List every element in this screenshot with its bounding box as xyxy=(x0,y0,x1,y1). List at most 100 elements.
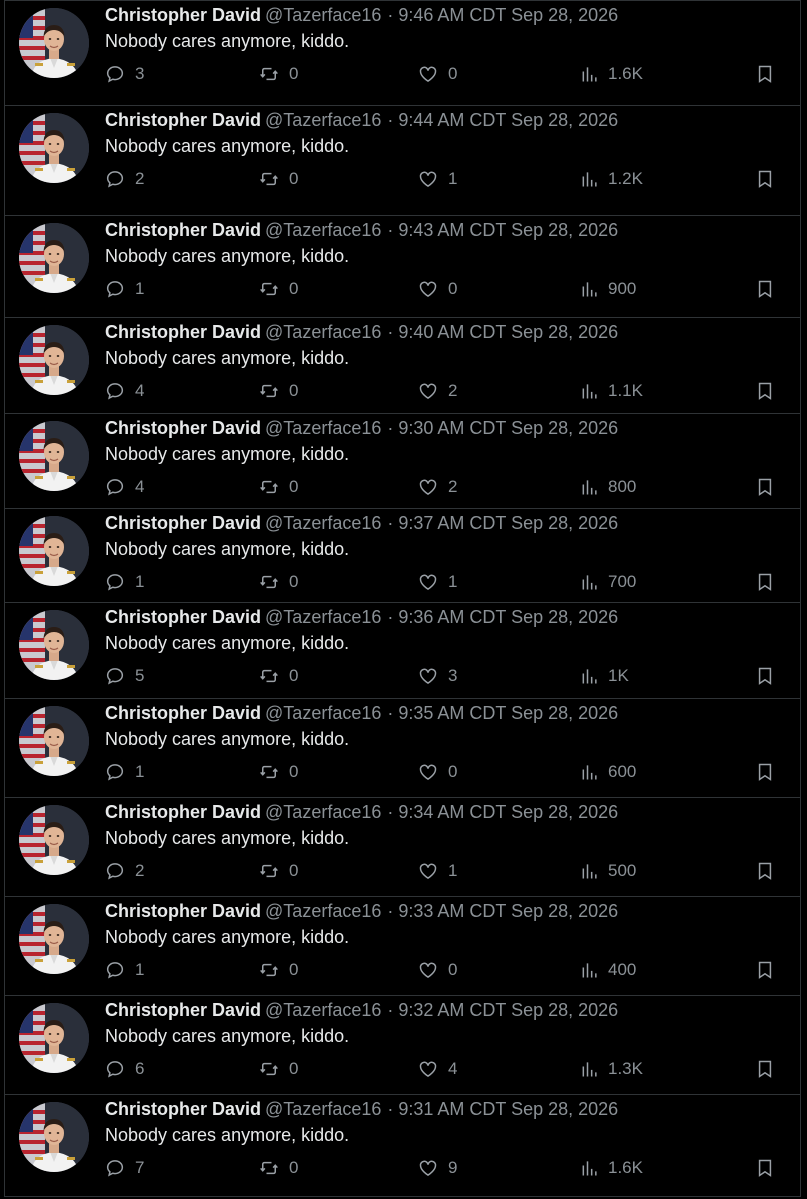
like-button[interactable]: 1 xyxy=(418,571,457,593)
retweet-button[interactable]: 0 xyxy=(259,380,298,402)
author-name[interactable]: Christopher David xyxy=(105,110,261,130)
author-name[interactable]: Christopher David xyxy=(105,322,261,342)
like-button[interactable]: 0 xyxy=(418,959,457,981)
author-name[interactable]: Christopher David xyxy=(105,418,261,438)
bookmark-button[interactable] xyxy=(755,63,775,85)
avatar[interactable] xyxy=(19,904,89,974)
reply-button[interactable]: 1 xyxy=(105,959,144,981)
reply-button[interactable]: 2 xyxy=(105,168,144,190)
author-handle[interactable]: @Tazerface16 xyxy=(265,802,381,822)
timestamp[interactable]: 9:34 AM CDT Sep 28, 2026 xyxy=(398,802,618,822)
retweet-button[interactable]: 0 xyxy=(259,476,298,498)
avatar[interactable] xyxy=(19,421,89,491)
reply-button[interactable]: 7 xyxy=(105,1157,144,1179)
retweet-button[interactable]: 0 xyxy=(259,665,298,687)
tweet[interactable]: Christopher David @Tazerface16 · 9:35 AM CD… xyxy=(4,699,801,798)
author-name[interactable]: Christopher David xyxy=(105,901,261,921)
like-button[interactable]: 1 xyxy=(418,860,457,882)
author-handle[interactable]: @Tazerface16 xyxy=(265,607,381,627)
avatar[interactable] xyxy=(19,325,89,395)
views-button[interactable]: 1.3K xyxy=(580,1058,643,1080)
bookmark-button[interactable] xyxy=(755,860,775,882)
author-handle[interactable]: @Tazerface16 xyxy=(265,110,381,130)
bookmark-button[interactable] xyxy=(755,665,775,687)
reply-button[interactable]: 4 xyxy=(105,476,144,498)
views-button[interactable]: 500 xyxy=(580,860,636,882)
author-handle[interactable]: @Tazerface16 xyxy=(265,901,381,921)
avatar[interactable] xyxy=(19,1003,89,1073)
timestamp[interactable]: 9:40 AM CDT Sep 28, 2026 xyxy=(398,322,618,342)
retweet-button[interactable]: 0 xyxy=(259,571,298,593)
tweet[interactable]: Christopher David @Tazerface16 · 9:30 AM CD… xyxy=(4,414,801,509)
author-handle[interactable]: @Tazerface16 xyxy=(265,5,381,25)
author-handle[interactable]: @Tazerface16 xyxy=(265,322,381,342)
timestamp[interactable]: 9:43 AM CDT Sep 28, 2026 xyxy=(398,220,618,240)
tweet[interactable]: Christopher David @Tazerface16 · 9:36 AM CD… xyxy=(4,603,801,699)
bookmark-button[interactable] xyxy=(755,761,775,783)
timestamp[interactable]: 9:35 AM CDT Sep 28, 2026 xyxy=(398,703,618,723)
avatar[interactable] xyxy=(19,610,89,680)
author-handle[interactable]: @Tazerface16 xyxy=(265,513,381,533)
tweet[interactable]: Christopher David @Tazerface16 · 9:31 AM CD… xyxy=(4,1095,801,1197)
tweet[interactable]: Christopher David @Tazerface16 · 9:40 AM CD… xyxy=(4,318,801,414)
avatar[interactable] xyxy=(19,1102,89,1172)
author-handle[interactable]: @Tazerface16 xyxy=(265,418,381,438)
timestamp[interactable]: 9:46 AM CDT Sep 28, 2026 xyxy=(398,5,618,25)
retweet-button[interactable]: 0 xyxy=(259,1157,298,1179)
tweet[interactable]: Christopher David @Tazerface16 · 9:43 AM CD… xyxy=(4,216,801,318)
avatar[interactable] xyxy=(19,516,89,586)
views-button[interactable]: 1.6K xyxy=(580,63,643,85)
author-name[interactable]: Christopher David xyxy=(105,703,261,723)
reply-button[interactable]: 1 xyxy=(105,278,144,300)
like-button[interactable]: 3 xyxy=(418,665,457,687)
like-button[interactable]: 2 xyxy=(418,476,457,498)
retweet-button[interactable]: 0 xyxy=(259,860,298,882)
avatar[interactable] xyxy=(19,8,89,78)
tweet[interactable]: Christopher David @Tazerface16 · 9:32 AM CD… xyxy=(4,996,801,1095)
bookmark-button[interactable] xyxy=(755,476,775,498)
author-handle[interactable]: @Tazerface16 xyxy=(265,220,381,240)
bookmark-button[interactable] xyxy=(755,1058,775,1080)
avatar[interactable] xyxy=(19,805,89,875)
author-name[interactable]: Christopher David xyxy=(105,1000,261,1020)
author-name[interactable]: Christopher David xyxy=(105,220,261,240)
bookmark-button[interactable] xyxy=(755,168,775,190)
reply-button[interactable]: 4 xyxy=(105,380,144,402)
author-handle[interactable]: @Tazerface16 xyxy=(265,1099,381,1119)
like-button[interactable]: 1 xyxy=(418,168,457,190)
author-name[interactable]: Christopher David xyxy=(105,513,261,533)
reply-button[interactable]: 3 xyxy=(105,63,144,85)
views-button[interactable]: 1.2K xyxy=(580,168,643,190)
like-button[interactable]: 4 xyxy=(418,1058,457,1080)
tweet[interactable]: Christopher David @Tazerface16 · 9:37 AM CD… xyxy=(4,509,801,603)
tweet[interactable]: Christopher David @Tazerface16 · 9:34 AM CD… xyxy=(4,798,801,897)
like-button[interactable]: 0 xyxy=(418,63,457,85)
reply-button[interactable]: 1 xyxy=(105,571,144,593)
author-name[interactable]: Christopher David xyxy=(105,5,261,25)
reply-button[interactable]: 2 xyxy=(105,860,144,882)
bookmark-button[interactable] xyxy=(755,380,775,402)
reply-button[interactable]: 1 xyxy=(105,761,144,783)
avatar[interactable] xyxy=(19,706,89,776)
like-button[interactable]: 0 xyxy=(418,761,457,783)
timestamp[interactable]: 9:32 AM CDT Sep 28, 2026 xyxy=(398,1000,618,1020)
avatar[interactable] xyxy=(19,113,89,183)
author-handle[interactable]: @Tazerface16 xyxy=(265,703,381,723)
retweet-button[interactable]: 0 xyxy=(259,278,298,300)
timestamp[interactable]: 9:33 AM CDT Sep 28, 2026 xyxy=(398,901,618,921)
like-button[interactable]: 0 xyxy=(418,278,457,300)
bookmark-button[interactable] xyxy=(755,571,775,593)
timestamp[interactable]: 9:37 AM CDT Sep 28, 2026 xyxy=(398,513,618,533)
avatar[interactable] xyxy=(19,223,89,293)
reply-button[interactable]: 5 xyxy=(105,665,144,687)
author-name[interactable]: Christopher David xyxy=(105,1099,261,1119)
timestamp[interactable]: 9:44 AM CDT Sep 28, 2026 xyxy=(398,110,618,130)
views-button[interactable]: 1K xyxy=(580,665,629,687)
author-name[interactable]: Christopher David xyxy=(105,802,261,822)
views-button[interactable]: 600 xyxy=(580,761,636,783)
bookmark-button[interactable] xyxy=(755,1157,775,1179)
views-button[interactable]: 900 xyxy=(580,278,636,300)
author-name[interactable]: Christopher David xyxy=(105,607,261,627)
retweet-button[interactable]: 0 xyxy=(259,1058,298,1080)
tweet[interactable]: Christopher David @Tazerface16 · 9:44 AM CD… xyxy=(4,106,801,216)
